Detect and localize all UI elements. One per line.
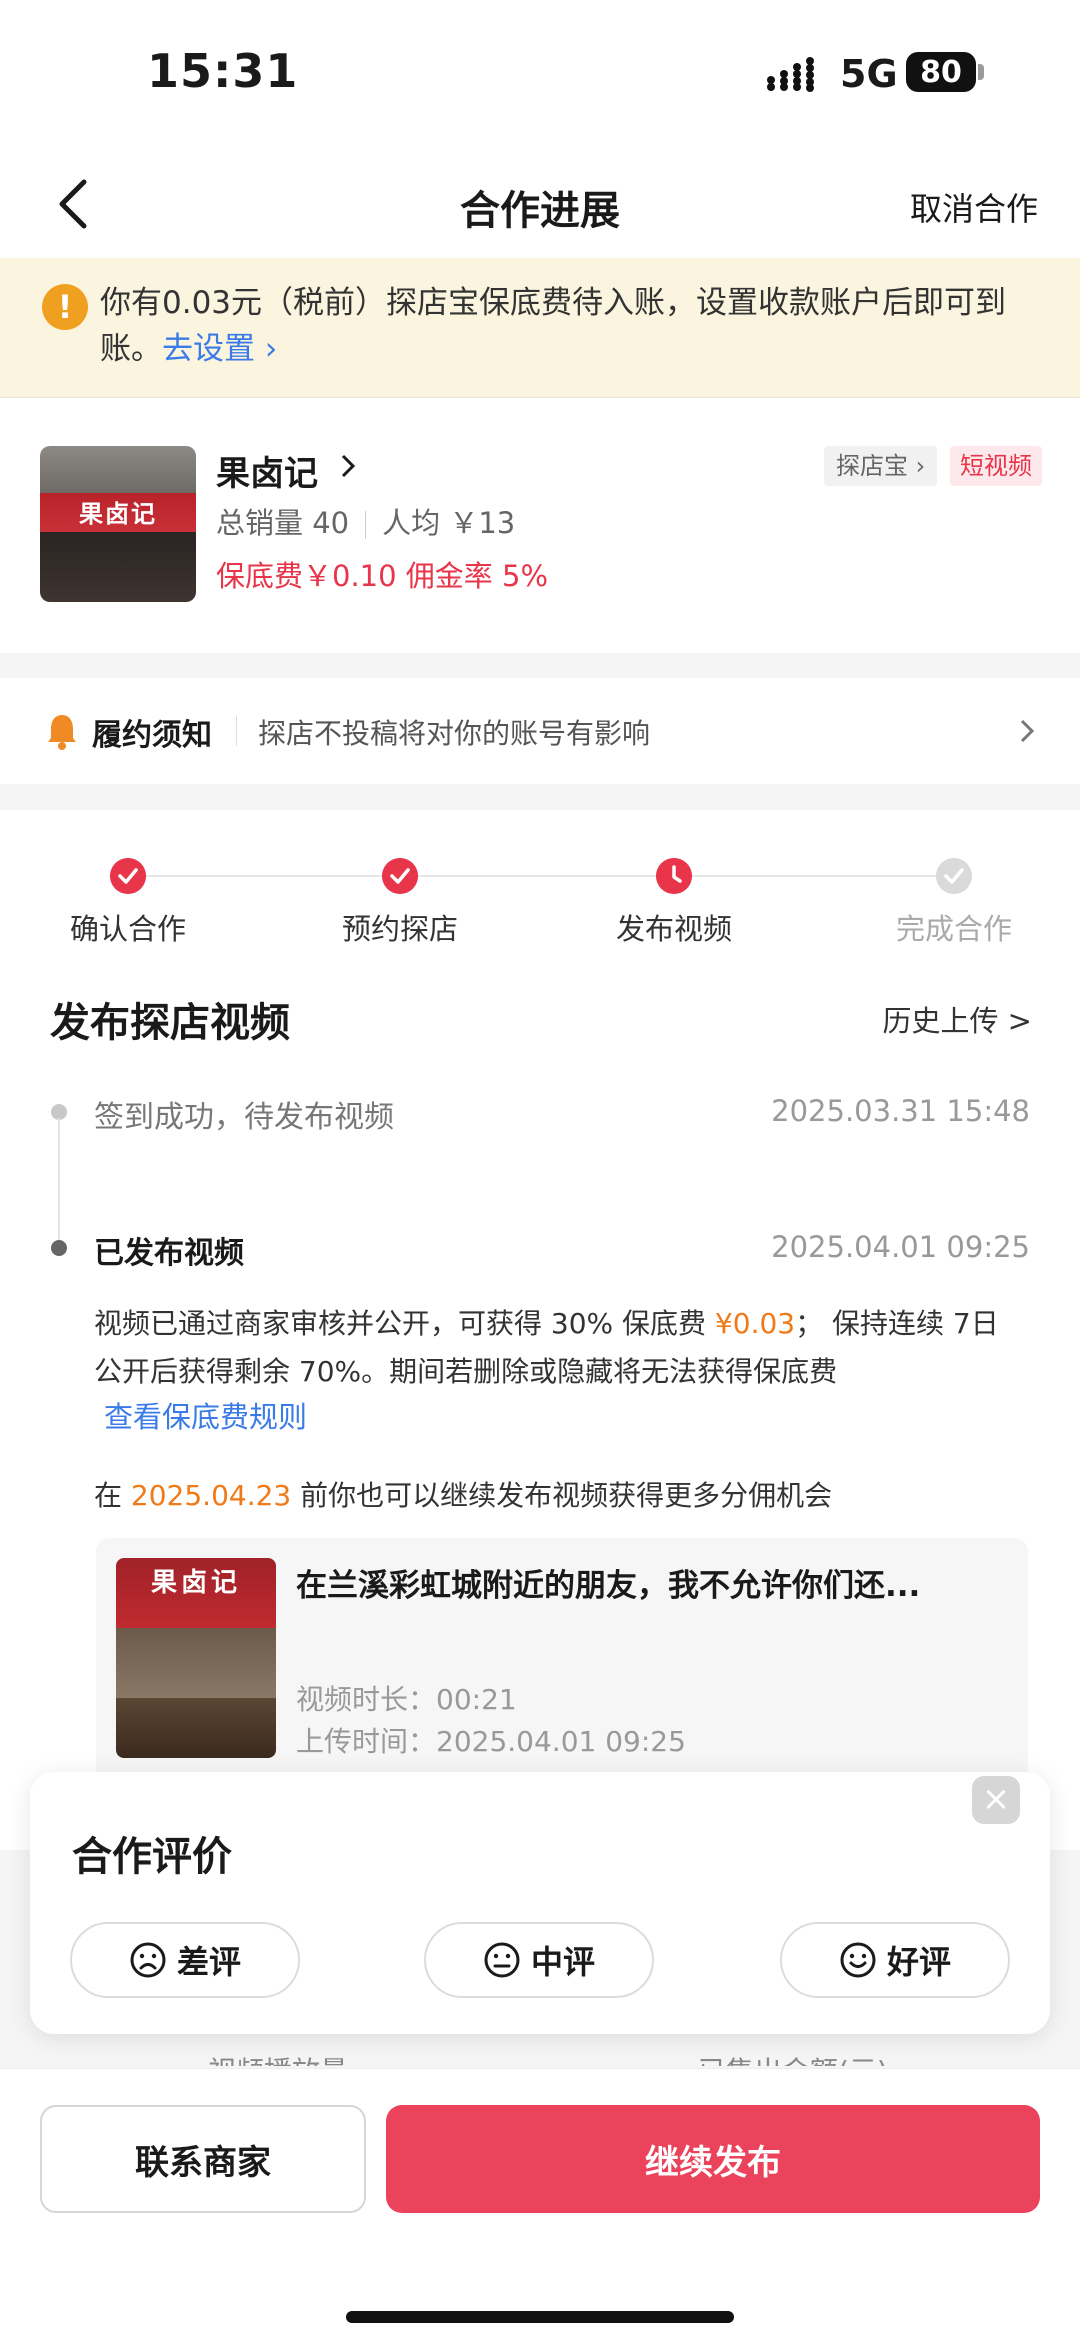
divider bbox=[236, 716, 237, 746]
step-label-complete: 完成合作 bbox=[895, 912, 1012, 946]
chevron-right-icon bbox=[1020, 719, 1035, 743]
tag-tandianbao[interactable]: 探店宝 › bbox=[824, 446, 938, 486]
timeline-time: 2025.03.31 15:48 bbox=[771, 1094, 1030, 1128]
video-title: 在兰溪彩虹城附近的朋友，我不允许你们还... bbox=[296, 1568, 921, 1604]
store-name[interactable]: 果卤记 bbox=[216, 446, 318, 495]
neutral-face-icon bbox=[484, 1942, 520, 1978]
nav-bar: 合作进展 取消合作 bbox=[0, 150, 1080, 258]
guarantee-amount: ¥0.03 bbox=[714, 1307, 796, 1340]
rating-title: 合作评价 bbox=[72, 1834, 232, 1880]
desc-text: 前你也可以继续发布视频获得更多分佣机会 bbox=[291, 1479, 833, 1512]
video-duration: 视频时长：00:21 bbox=[296, 1683, 517, 1716]
chevron-right-icon bbox=[341, 454, 356, 478]
status-bar: 15:31 5G 80 bbox=[0, 0, 1080, 150]
guarantee-rules-link[interactable]: 查看保底费规则 bbox=[104, 1394, 307, 1436]
clock-icon bbox=[656, 858, 692, 894]
continue-publish-button[interactable]: 继续发布 bbox=[386, 2105, 1040, 2213]
stats-divider bbox=[365, 511, 367, 539]
desc-text: 在 bbox=[94, 1479, 131, 1512]
video-card[interactable]: 果卤记 在兰溪彩虹城附近的朋友，我不允许你们还... 视频时长：00:21 上传… bbox=[96, 1538, 1028, 1798]
step-connector bbox=[692, 875, 936, 877]
home-indicator[interactable] bbox=[346, 2311, 734, 2323]
step-connector bbox=[418, 875, 656, 877]
signal-icon bbox=[767, 57, 814, 92]
notice-text: 你有0.03元（税前）探店宝保底费待入账，设置收款账户后即可到账。去设置 › bbox=[100, 280, 1040, 372]
battery-tip bbox=[978, 64, 984, 80]
timeline-event-published: 已发布视频 bbox=[94, 1236, 244, 1271]
bottom-action-bar: 联系商家 继续发布 bbox=[0, 2068, 1080, 2341]
cancel-cooperation-button[interactable]: 取消合作 bbox=[910, 184, 1038, 230]
store-stats: 总销量 40 人均 ￥13 bbox=[216, 500, 515, 542]
timeline-event-checkin: 签到成功，待发布视频 bbox=[94, 1100, 394, 1135]
more-opportunity-text: 在 2025.04.23 前你也可以继续发布视频获得更多分佣机会 bbox=[94, 1474, 832, 1514]
close-icon[interactable]: × bbox=[972, 1776, 1020, 1824]
step-pending-icon bbox=[936, 858, 972, 894]
timeline-line bbox=[58, 1118, 60, 1250]
store-card[interactable]: 果卤记 果卤记 总销量 40 人均 ￥13 保底费￥0.10 佣金率 5% 探店宝… bbox=[0, 398, 1080, 653]
battery-level: 80 bbox=[920, 54, 962, 90]
video-upload-time: 上传时间：2025.04.01 09:25 bbox=[296, 1725, 686, 1758]
bell-icon bbox=[48, 715, 76, 750]
fee-commission: 保底费￥0.10 佣金率 5% bbox=[216, 559, 549, 593]
step-done-icon bbox=[110, 858, 146, 894]
contact-merchant-button[interactable]: 联系商家 bbox=[40, 2105, 366, 2213]
section-title: 发布探店视频 bbox=[50, 1000, 290, 1046]
deadline-date: 2025.04.23 bbox=[130, 1479, 292, 1512]
step-connector bbox=[128, 875, 400, 877]
go-settings-link[interactable]: 去设置 › bbox=[162, 331, 277, 367]
status-time: 15:31 bbox=[147, 44, 299, 98]
rate-good-button[interactable]: 好评 bbox=[780, 1922, 1010, 1998]
rate-neutral-label: 中评 bbox=[530, 1943, 595, 1981]
sad-face-icon bbox=[130, 1942, 166, 1978]
fulfillment-title: 履约须知 bbox=[92, 718, 212, 753]
step-label-confirm: 确认合作 bbox=[69, 912, 186, 946]
timeline-time: 2025.04.01 09:25 bbox=[771, 1230, 1030, 1264]
sold-amount-label: 已售出金额(元) bbox=[698, 2050, 888, 2066]
play-count-label: 视频播放量 bbox=[208, 2050, 348, 2066]
total-sales: 总销量 40 bbox=[216, 506, 350, 540]
rate-bad-label: 差评 bbox=[176, 1943, 241, 1981]
network-type: 5G bbox=[840, 52, 898, 96]
tag-short-video: 短视频 bbox=[950, 446, 1042, 486]
timeline-dot bbox=[51, 1240, 67, 1256]
guarantee-description: 视频已通过商家审核并公开，可获得 30% 保底费 ¥0.03； 保持连续 7日公… bbox=[94, 1300, 1024, 1396]
battery-icon: 80 bbox=[906, 52, 976, 92]
step-label-publish: 发布视频 bbox=[615, 912, 732, 946]
rating-popup: 合作评价 差评 中评 好评 bbox=[30, 1772, 1050, 2034]
rate-neutral-button[interactable]: 中评 bbox=[424, 1922, 654, 1998]
store-photo-sign: 果卤记 bbox=[79, 500, 157, 528]
fulfillment-text: 探店不投稿将对你的账号有影响 bbox=[258, 717, 651, 750]
step-label-visit: 预约探店 bbox=[341, 912, 458, 946]
payout-notice-banner: ! 你有0.03元（税前）探店宝保底费待入账，设置收款账户后即可到账。去设置 › bbox=[0, 258, 1080, 398]
step-done-icon bbox=[382, 858, 418, 894]
video-thumbnail: 果卤记 bbox=[116, 1558, 276, 1758]
progress-section: 确认合作 预约探店 发布视频 完成合作 发布探店视频 历史上传 > 签到成功，待… bbox=[0, 810, 1080, 1850]
store-photo: 果卤记 bbox=[40, 446, 196, 602]
thumbnail-sign: 果卤记 bbox=[150, 1568, 241, 1598]
fulfillment-notice-row[interactable]: 履约须知 探店不投稿将对你的账号有影响 bbox=[0, 678, 1080, 784]
avg-price: 人均 ￥13 bbox=[382, 506, 516, 540]
warning-icon: ! bbox=[42, 284, 88, 330]
history-uploads-link[interactable]: 历史上传 > bbox=[882, 998, 1032, 1040]
happy-face-icon bbox=[840, 1942, 876, 1978]
rate-good-label: 好评 bbox=[886, 1943, 951, 1981]
desc-text: 视频已通过商家审核并公开，可获得 30% 保底费 bbox=[94, 1307, 715, 1340]
rate-bad-button[interactable]: 差评 bbox=[70, 1922, 300, 1998]
